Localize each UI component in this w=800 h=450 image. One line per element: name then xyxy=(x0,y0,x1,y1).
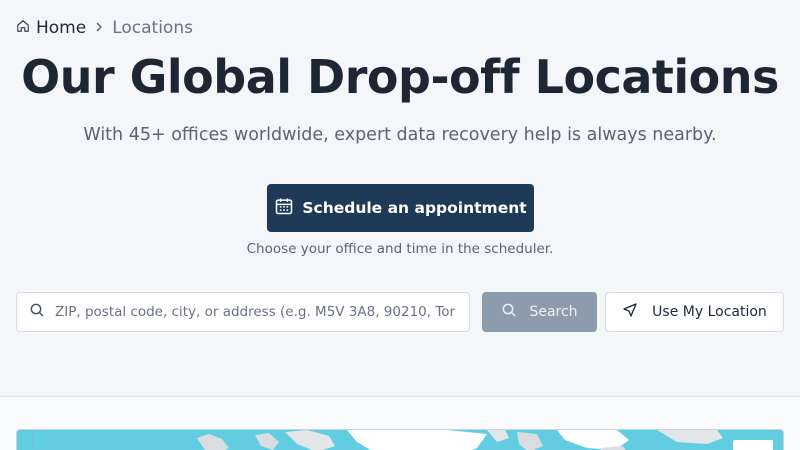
use-my-location-label: Use My Location xyxy=(652,304,767,320)
search-button[interactable]: Search xyxy=(482,292,597,332)
location-search-box xyxy=(16,292,470,332)
page-title: Our Global Drop-off Locations xyxy=(21,50,779,104)
search-icon xyxy=(501,302,517,322)
page-subtitle: With 45+ offices worldwide, expert data … xyxy=(83,125,717,145)
locations-map[interactable] xyxy=(16,429,784,450)
breadcrumb-current: Locations xyxy=(112,18,193,38)
search-button-label: Search xyxy=(529,304,578,320)
use-my-location-button[interactable]: Use My Location xyxy=(605,292,784,332)
schedule-appointment-button[interactable]: Schedule an appointment xyxy=(267,184,534,232)
breadcrumb-home-link[interactable]: Home xyxy=(16,18,86,38)
world-map-landmass xyxy=(32,430,723,450)
breadcrumb: Home Locations xyxy=(16,18,193,38)
search-icon xyxy=(29,302,45,322)
breadcrumb-home-label: Home xyxy=(36,18,87,38)
location-search-input[interactable] xyxy=(55,304,455,320)
calendar-icon xyxy=(274,196,294,220)
home-icon xyxy=(16,18,30,38)
scheduler-note: Choose your office and time in the sched… xyxy=(246,241,554,257)
navigation-arrow-icon xyxy=(622,302,638,322)
chevron-right-icon xyxy=(94,19,104,37)
map-zoom-control[interactable] xyxy=(733,440,773,450)
schedule-appointment-label: Schedule an appointment xyxy=(302,199,527,217)
